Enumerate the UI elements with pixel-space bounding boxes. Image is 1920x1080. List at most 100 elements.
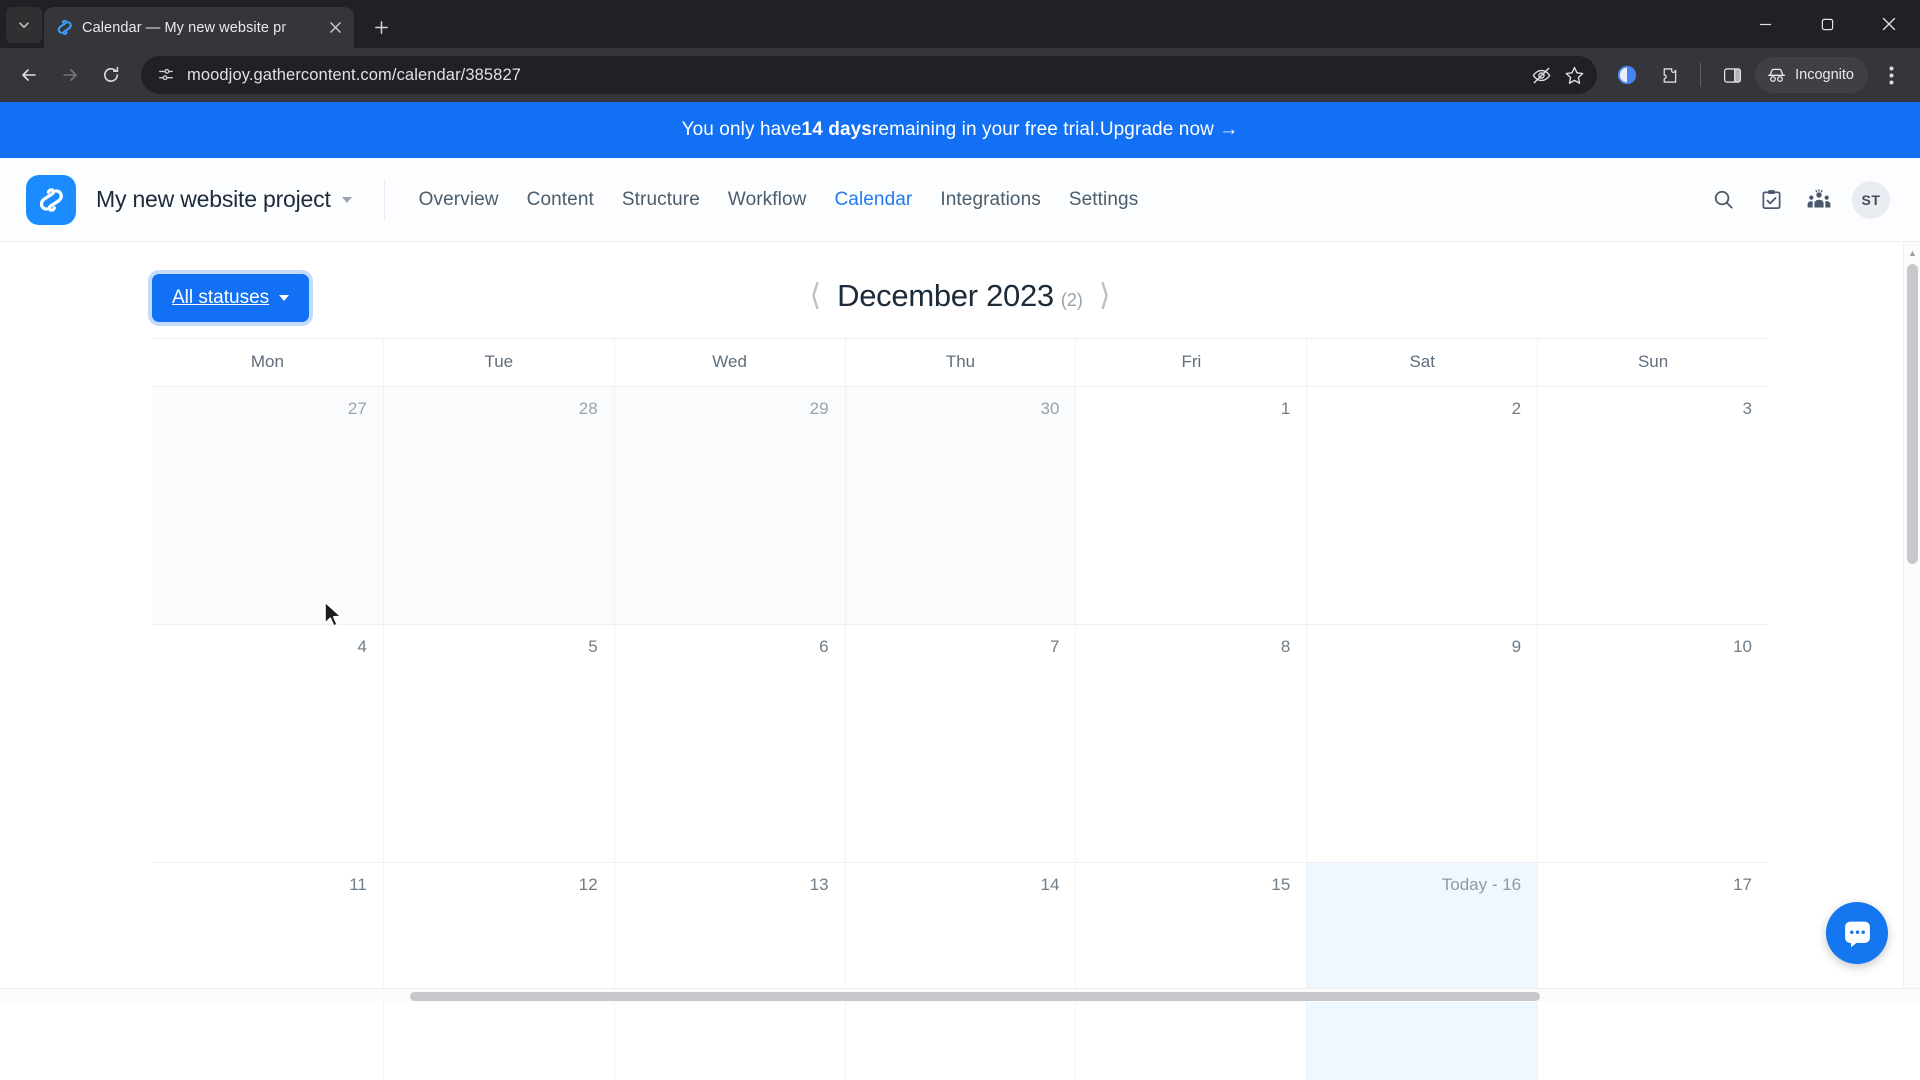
eye-slash-icon[interactable] — [1531, 65, 1552, 86]
calendar-week-row: 27 28 29 30 1 2 3 — [152, 387, 1768, 625]
day-cell[interactable]: 13 — [613, 863, 845, 1080]
header-divider — [383, 179, 385, 220]
header-actions: ST — [1708, 180, 1890, 219]
weekday-wed: Wed — [613, 339, 845, 386]
project-name: My new website project — [96, 186, 331, 212]
day-cell[interactable]: 9 — [1306, 625, 1538, 863]
horizontal-scrollbar[interactable] — [0, 988, 1920, 1002]
toolbar-divider — [1700, 63, 1702, 87]
window-controls — [1734, 0, 1920, 48]
browser-window: Calendar — My new website pr moodjoy.gat… — [0, 0, 1920, 1080]
banner-days: 14 days — [801, 119, 872, 140]
day-cell[interactable]: 7 — [844, 625, 1076, 863]
avatar[interactable]: ST — [1852, 180, 1890, 219]
day-cell[interactable]: 5 — [382, 625, 614, 863]
day-cell[interactable]: 29 — [613, 387, 845, 625]
extensions-icon[interactable] — [1650, 56, 1688, 94]
people-icon[interactable] — [1804, 185, 1834, 215]
chevron-right-icon[interactable]: ⟩ — [1099, 281, 1111, 311]
weekday-sat: Sat — [1306, 339, 1537, 386]
clipboard-check-icon[interactable] — [1756, 185, 1786, 215]
nav-item-workflow[interactable]: Workflow — [718, 182, 817, 218]
chevron-left-icon[interactable]: ⟨ — [809, 281, 821, 311]
upgrade-now-link[interactable]: Upgrade now → — [1100, 119, 1239, 141]
incognito-label: Incognito — [1795, 67, 1854, 83]
back-button[interactable] — [10, 56, 48, 94]
three-dot-menu-icon[interactable] — [1872, 56, 1910, 94]
tab-title: Calendar — My new website pr — [82, 19, 287, 36]
browser-tab[interactable]: Calendar — My new website pr — [44, 7, 354, 48]
day-cell[interactable]: 17 — [1537, 863, 1768, 1080]
banner-suffix: remaining in your free trial. — [871, 119, 1100, 140]
reload-button[interactable] — [92, 56, 130, 94]
search-icon[interactable] — [1708, 185, 1738, 215]
calendar-toolbar: All statuses ⟨ December 2023 (2) ⟩ — [0, 242, 1920, 338]
horizontal-scroll-thumb[interactable] — [410, 992, 1540, 1001]
weekday-fri: Fri — [1075, 339, 1306, 386]
tab-search-button[interactable] — [6, 7, 42, 43]
tab-strip: Calendar — My new website pr — [0, 0, 1920, 48]
day-cell[interactable]: 2 — [1306, 387, 1538, 625]
project-switcher[interactable]: My new website project — [96, 186, 352, 213]
day-cell[interactable]: 6 — [613, 625, 845, 863]
banner-prefix: You only have — [681, 119, 802, 140]
day-cell[interactable]: 11 — [152, 863, 383, 1080]
weekday-tue: Tue — [382, 339, 614, 386]
nav-item-overview[interactable]: Overview — [409, 182, 509, 218]
page-content: You only have 14 days remaining in your … — [0, 102, 1920, 1080]
maximize-button[interactable] — [1796, 0, 1858, 48]
gathercontent-logo-icon[interactable] — [26, 174, 76, 225]
weekday-header-row: Mon Tue Wed Thu Fri Sat Sun — [152, 338, 1768, 387]
day-cell[interactable]: 15 — [1075, 863, 1306, 1080]
toolbar-right: Incognito — [1608, 56, 1910, 94]
chevron-down-icon — [279, 295, 290, 301]
arrow-left-icon — [22, 69, 36, 81]
day-cell[interactable]: 1 — [1075, 387, 1307, 625]
month-item-count: (2) — [1060, 290, 1083, 310]
chevron-down-icon — [341, 196, 352, 203]
site-settings-icon[interactable] — [157, 66, 175, 84]
all-statuses-label: All statuses — [172, 287, 270, 308]
chevron-down-icon — [19, 22, 29, 28]
day-cell[interactable]: 8 — [1075, 625, 1307, 863]
close-icon[interactable] — [324, 17, 346, 39]
address-bar[interactable]: moodjoy.gathercontent.com/calendar/38582… — [141, 56, 1598, 94]
scroll-up-arrow[interactable]: ▲ — [1904, 244, 1920, 262]
weekday-mon: Mon — [250, 352, 284, 371]
nav-item-integrations[interactable]: Integrations — [930, 182, 1051, 218]
vertical-scroll-thumb[interactable] — [1907, 264, 1918, 564]
calendar-week-row: 4 5 6 7 8 9 10 — [152, 625, 1768, 863]
day-cell-today[interactable]: Today - 16 — [1306, 863, 1538, 1080]
all-statuses-filter-button[interactable]: All statuses — [152, 274, 310, 322]
incognito-indicator[interactable]: Incognito — [1755, 57, 1868, 93]
day-cell[interactable]: 30 — [844, 387, 1076, 625]
weekday-sun: Sun — [1537, 339, 1768, 386]
nav-item-structure[interactable]: Structure — [612, 182, 710, 218]
day-cell[interactable]: 12 — [382, 863, 614, 1080]
vertical-scrollbar[interactable]: ▲ — [1903, 242, 1920, 1002]
minimize-button[interactable] — [1734, 0, 1796, 48]
day-cell[interactable]: 14 — [844, 863, 1076, 1080]
puzzle-blue-icon[interactable] — [1608, 56, 1646, 94]
nav-item-settings[interactable]: Settings — [1059, 182, 1148, 218]
calendar-week-row: 11 12 13 14 15 Today - 16 17 — [152, 863, 1768, 1080]
intercom-chat-button[interactable] — [1826, 902, 1888, 964]
nav-item-calendar[interactable]: Calendar — [824, 182, 922, 218]
gathercontent-logo-icon — [56, 19, 73, 36]
weekday-thu: Thu — [844, 339, 1076, 386]
day-cell[interactable]: 10 — [1537, 625, 1768, 863]
nav-item-content[interactable]: Content — [517, 182, 604, 218]
day-cell[interactable]: 27 — [152, 387, 383, 625]
new-tab-button[interactable] — [364, 10, 398, 44]
day-cell[interactable]: 3 — [1537, 387, 1768, 625]
close-window-button[interactable] — [1858, 0, 1920, 48]
free-trial-banner[interactable]: You only have 14 days remaining in your … — [0, 102, 1920, 158]
calendar-view: All statuses ⟨ December 2023 (2) ⟩ Mon Tu… — [0, 242, 1920, 1080]
day-cell[interactable]: 4 — [152, 625, 383, 863]
url-text[interactable]: moodjoy.gathercontent.com/calendar/38582… — [187, 66, 1519, 85]
app-header: My new website project Overview Content … — [0, 158, 1920, 242]
day-cell[interactable]: 28 — [382, 387, 614, 625]
star-icon[interactable] — [1564, 65, 1585, 86]
side-panel-icon[interactable] — [1713, 56, 1751, 94]
forward-button[interactable] — [51, 56, 89, 94]
